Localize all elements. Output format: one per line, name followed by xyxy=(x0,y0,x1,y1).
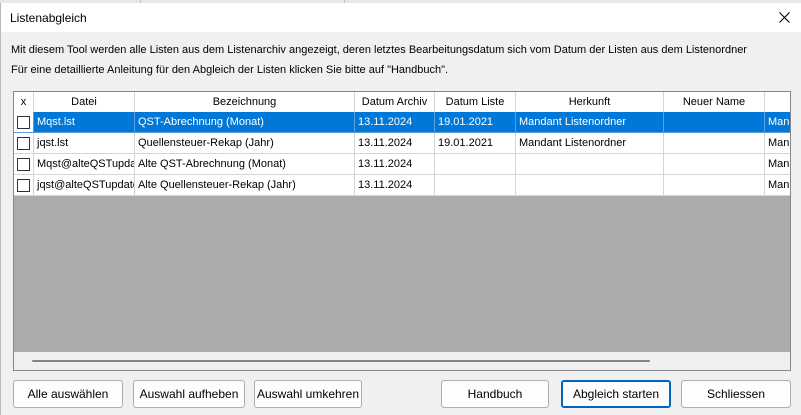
cell-datum-liste[interactable] xyxy=(435,175,516,196)
column-header-bezeichnung[interactable]: Bezeichnung xyxy=(135,92,355,112)
manual-button[interactable]: Handbuch xyxy=(441,380,549,408)
cell-datei[interactable]: Mqst.lst xyxy=(34,112,135,133)
row-checkbox[interactable] xyxy=(17,137,30,150)
column-header-neuer-name[interactable]: Neuer Name xyxy=(664,92,765,112)
cell-herkunft[interactable] xyxy=(516,175,664,196)
row-checkbox[interactable] xyxy=(17,179,30,192)
cell-datum-liste[interactable]: 19.01.2021 xyxy=(435,112,516,133)
cell-neuer-name[interactable] xyxy=(664,112,765,133)
column-header-datum-liste[interactable]: Datum Liste xyxy=(435,92,516,112)
lists-grid[interactable]: x Datei Bezeichnung Datum Archiv Datum L… xyxy=(13,91,791,371)
cell-neuer-name[interactable] xyxy=(664,133,765,154)
cell-extra[interactable]: Man xyxy=(765,154,790,175)
cell-bezeichnung[interactable]: QST-Abrechnung (Monat) xyxy=(135,112,355,133)
title-bar[interactable]: Listenabgleich xyxy=(1,3,801,32)
table-row[interactable]: Mqst@alteQSTupda Alte QST-Abrechnung (Mo… xyxy=(14,154,790,175)
invert-selection-button[interactable]: Auswahl umkehren xyxy=(254,380,362,408)
scrollbar-thumb[interactable] xyxy=(32,360,650,362)
cell-bezeichnung[interactable]: Alte Quellensteuer-Rekap (Jahr) xyxy=(135,175,355,196)
cell-neuer-name[interactable] xyxy=(664,154,765,175)
cell-neuer-name[interactable] xyxy=(664,175,765,196)
select-all-button[interactable]: Alle auswählen xyxy=(13,380,123,408)
description-line-2: Für eine detaillierte Anleitung für den … xyxy=(11,64,449,76)
close-window-button[interactable] xyxy=(771,5,797,29)
row-checkbox-cell[interactable] xyxy=(14,154,34,175)
cell-bezeichnung[interactable]: Alte QST-Abrechnung (Monat) xyxy=(135,154,355,175)
cell-herkunft[interactable]: Mandant Listenordner xyxy=(516,133,664,154)
close-button[interactable]: Schliessen xyxy=(681,380,791,408)
start-reconciliation-button[interactable]: Abgleich starten xyxy=(561,380,671,408)
cell-datum-liste[interactable]: 19.01.2021 xyxy=(435,133,516,154)
listenabgleich-dialog: Listenabgleich Mit diesem Tool werden al… xyxy=(0,3,801,415)
window-title: Listenabgleich xyxy=(10,11,87,25)
cell-extra[interactable]: Man xyxy=(765,175,790,196)
cell-herkunft[interactable]: Mandant Listenordner xyxy=(516,112,664,133)
horizontal-scrollbar[interactable] xyxy=(14,352,790,370)
row-checkbox[interactable] xyxy=(17,158,30,171)
cell-bezeichnung[interactable]: Quellensteuer-Rekap (Jahr) xyxy=(135,133,355,154)
grid-header: x Datei Bezeichnung Datum Archiv Datum L… xyxy=(14,92,790,112)
cell-datum-archiv[interactable]: 13.11.2024 xyxy=(355,175,435,196)
cell-herkunft[interactable] xyxy=(516,154,664,175)
close-icon xyxy=(778,11,790,23)
column-header-extra[interactable] xyxy=(765,92,790,112)
column-header-datei[interactable]: Datei xyxy=(34,92,135,112)
cell-datei[interactable]: Mqst@alteQSTupda xyxy=(34,154,135,175)
description-line-1: Mit diesem Tool werden alle Listen aus d… xyxy=(11,44,747,56)
cell-extra[interactable]: Man xyxy=(765,133,790,154)
column-header-datum-archiv[interactable]: Datum Archiv xyxy=(355,92,435,112)
column-header-herkunft[interactable]: Herkunft xyxy=(516,92,664,112)
table-row[interactable]: jqst@alteQSTupdate Alte Quellensteuer-Re… xyxy=(14,175,790,196)
cell-datum-archiv[interactable]: 13.11.2024 xyxy=(355,133,435,154)
row-checkbox-cell[interactable] xyxy=(14,112,34,133)
clear-selection-button[interactable]: Auswahl aufheben xyxy=(133,380,245,408)
row-checkbox-cell[interactable] xyxy=(14,133,34,154)
row-checkbox[interactable] xyxy=(17,116,30,129)
cell-datum-archiv[interactable]: 13.11.2024 xyxy=(355,112,435,133)
row-checkbox-cell[interactable] xyxy=(14,175,34,196)
table-row[interactable]: Mqst.lst QST-Abrechnung (Monat) 13.11.20… xyxy=(14,112,790,133)
column-header-x[interactable]: x xyxy=(14,92,34,112)
cell-datei[interactable]: jqst.lst xyxy=(34,133,135,154)
cell-datei[interactable]: jqst@alteQSTupdate xyxy=(34,175,135,196)
cell-datum-archiv[interactable]: 13.11.2024 xyxy=(355,154,435,175)
table-row[interactable]: jqst.lst Quellensteuer-Rekap (Jahr) 13.1… xyxy=(14,133,790,154)
cell-datum-liste[interactable] xyxy=(435,154,516,175)
cell-extra[interactable]: Man xyxy=(765,112,790,133)
